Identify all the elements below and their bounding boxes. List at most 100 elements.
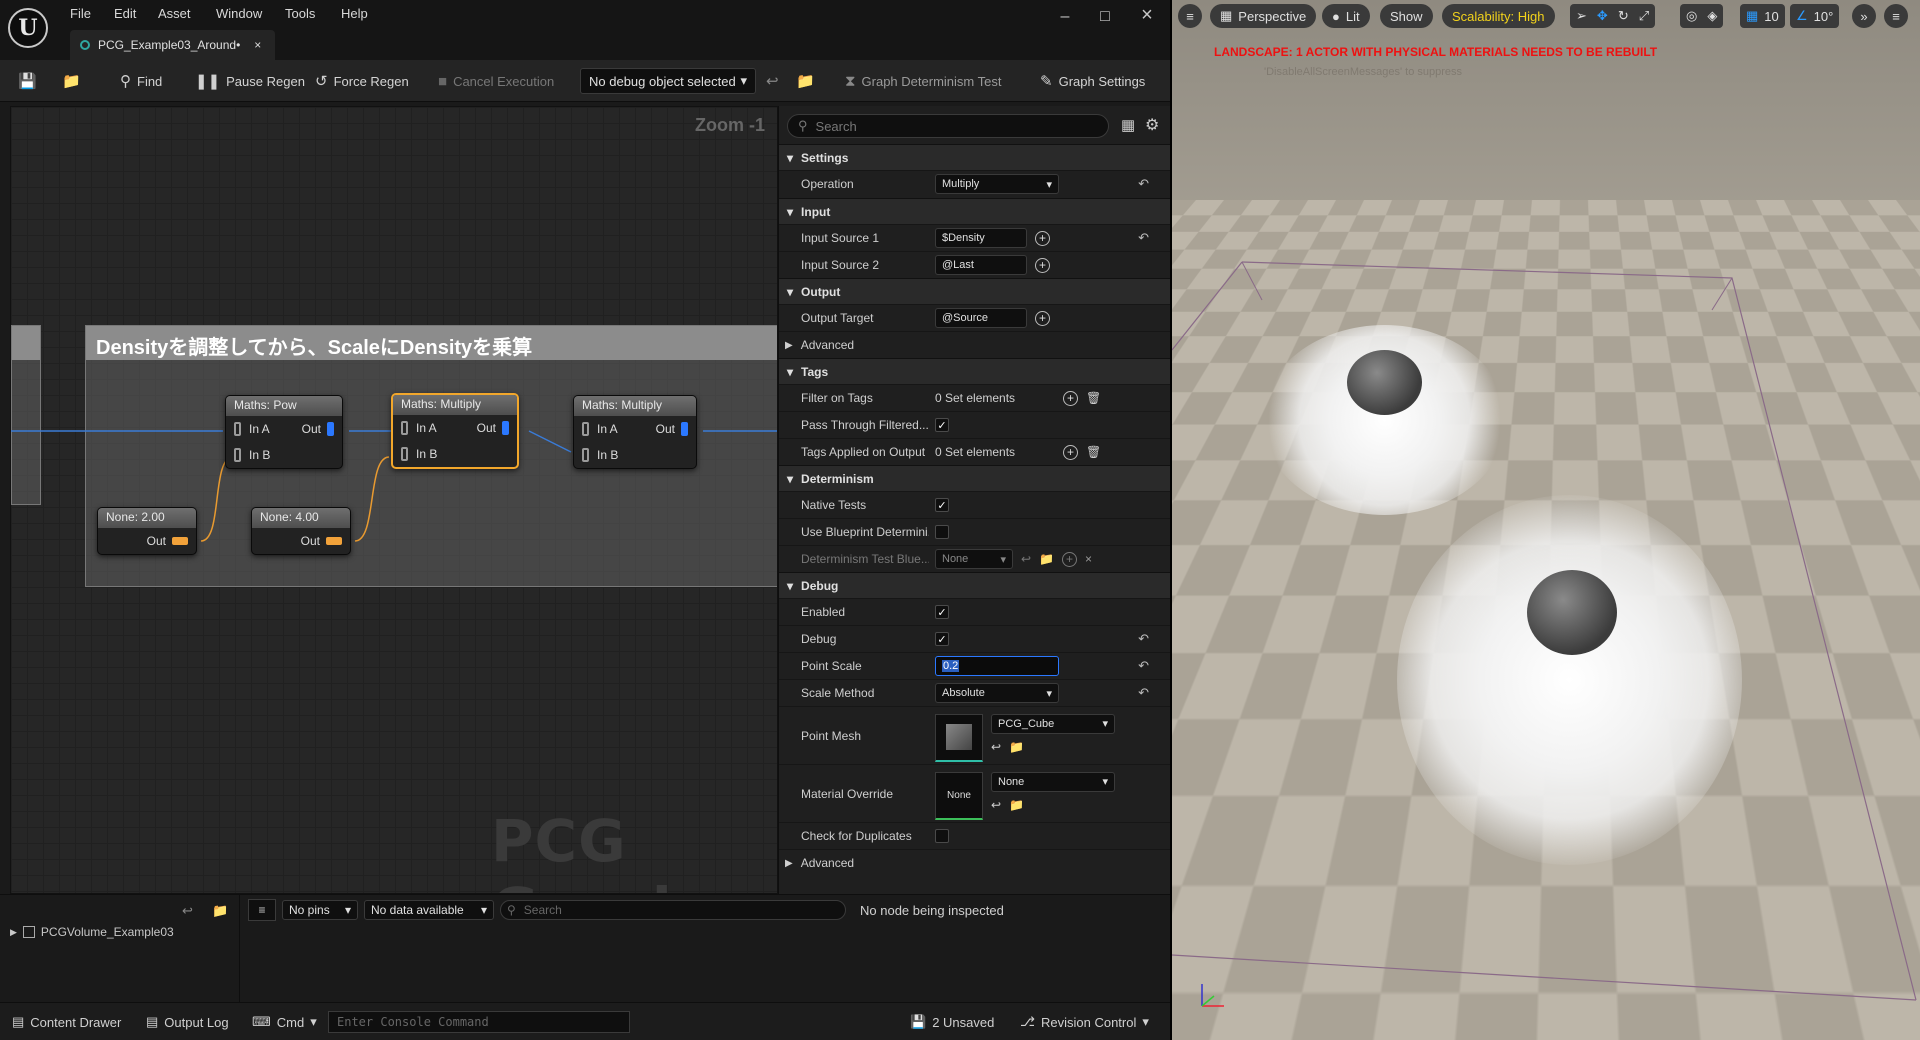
output-target-field[interactable]: @Source — [935, 308, 1027, 328]
menu-edit[interactable]: Edit — [114, 6, 136, 21]
trash-icon[interactable]: 🗑 — [1086, 391, 1101, 405]
node-maths-multiply[interactable]: Maths: Multiply In A Out In B — [573, 395, 697, 469]
input-pin[interactable] — [582, 422, 589, 436]
menu-help[interactable]: Help — [341, 6, 368, 21]
reset-icon[interactable]: ↶ — [1138, 176, 1149, 192]
section-settings[interactable]: ▾ Settings — [779, 144, 1171, 170]
operation-dropdown[interactable]: Multiply ▾ — [935, 174, 1059, 194]
input-source-1-field[interactable]: $Density — [935, 228, 1027, 248]
close-button[interactable]: × — [1132, 4, 1162, 27]
debug-object-dropdown[interactable]: No debug object selected ▾ — [580, 68, 756, 94]
material-override-dropdown[interactable]: None ▾ — [991, 771, 1115, 792]
scale-icon[interactable]: ⤢ — [1639, 8, 1649, 24]
debug-browse-button[interactable]: 📁 — [796, 60, 815, 102]
output-pin[interactable] — [326, 537, 342, 545]
more-options-icon[interactable]: » — [1852, 4, 1876, 28]
add-icon[interactable]: + — [1035, 230, 1050, 246]
point-mesh-thumbnail[interactable] — [935, 713, 983, 762]
pause-regen-button[interactable]: ❚❚ Pause Regen — [195, 60, 305, 102]
section-tags[interactable]: ▾ Tags — [779, 358, 1171, 384]
add-icon[interactable]: + — [1063, 390, 1078, 406]
add-icon[interactable]: + — [1035, 257, 1050, 273]
input-pin[interactable] — [234, 448, 241, 462]
scale-method-dropdown[interactable]: Absolute ▾ — [935, 683, 1059, 703]
force-regen-button[interactable]: ↺ Force Regen — [315, 60, 409, 102]
maximize-button[interactable]: □ — [1090, 8, 1120, 26]
save-button[interactable]: 💾 — [18, 60, 37, 102]
output-pin[interactable] — [681, 422, 688, 436]
level-viewport[interactable]: ≡ ▦ Perspective ● Lit Show Scalability: Hi… — [1170, 0, 1920, 1040]
output-pin[interactable] — [502, 421, 509, 435]
input-pin[interactable] — [582, 448, 589, 462]
show-button[interactable]: Show — [1380, 4, 1433, 28]
node-constant-2[interactable]: None: 2.00 Out — [97, 507, 197, 555]
arrow-back-icon[interactable]: ↩ — [182, 903, 193, 919]
output-pin[interactable] — [172, 537, 188, 545]
filter-icon[interactable]: ≡ — [248, 899, 276, 921]
data-dropdown[interactable]: No data available ▾ — [364, 900, 494, 920]
input-pin[interactable] — [401, 447, 408, 461]
reset-icon[interactable]: ↶ — [1138, 230, 1149, 246]
point-scale-input[interactable]: 0.2 — [935, 656, 1059, 676]
hamburger-menu-icon[interactable]: ≡ — [1178, 4, 1202, 28]
unsaved-button[interactable]: 💾 2 Unsaved — [910, 1003, 994, 1040]
scalability-button[interactable]: Scalability: High — [1442, 4, 1555, 28]
viewport-layout-icon[interactable]: ≡ — [1884, 4, 1908, 28]
reset-icon[interactable]: ↶ — [1138, 658, 1149, 674]
select-icon[interactable]: ➢ — [1576, 8, 1587, 24]
enabled-checkbox[interactable]: ✓ — [935, 605, 949, 619]
browse-button[interactable]: 📁 — [62, 60, 81, 102]
debug-back-button[interactable]: ↩ — [766, 60, 779, 102]
section-debug[interactable]: ▾ Debug — [779, 572, 1171, 598]
tab-close-icon[interactable]: × — [254, 38, 261, 52]
menu-asset[interactable]: Asset — [158, 6, 191, 21]
add-icon[interactable]: + — [1062, 551, 1078, 567]
debug-checkbox[interactable]: ✓ — [935, 632, 949, 646]
menu-tools[interactable]: Tools — [285, 6, 315, 21]
trash-icon[interactable]: 🗑 — [1086, 445, 1101, 459]
node-maths-pow[interactable]: Maths: Pow In A Out In B — [225, 395, 343, 469]
table-view-icon[interactable]: ▦ — [1121, 116, 1135, 134]
globe-icon[interactable]: ◎ — [1686, 8, 1697, 24]
perspective-button[interactable]: ▦ Perspective — [1210, 4, 1317, 28]
check-duplicates-checkbox[interactable] — [935, 829, 949, 843]
gear-icon[interactable]: ⚙ — [1145, 115, 1159, 135]
determinism-test-button[interactable]: ⧗ Graph Determinism Test — [845, 60, 1001, 102]
document-tab[interactable]: PCG_Example03_Around• × — [70, 30, 275, 60]
point-mesh-dropdown[interactable]: PCG_Cube ▾ — [991, 713, 1115, 734]
section-input[interactable]: ▾ Input — [779, 198, 1171, 224]
input-source-2-field[interactable]: @Last — [935, 255, 1027, 275]
node-maths-multiply-selected[interactable]: Maths: Multiply In A Out In B — [391, 393, 519, 469]
inspect-search-input[interactable]: ⚲ Search — [500, 900, 846, 920]
folder-icon[interactable]: 📁 — [1009, 740, 1024, 754]
row-advanced-2[interactable]: ▶ Advanced — [779, 849, 1171, 876]
input-pin[interactable] — [401, 421, 408, 435]
output-log-button[interactable]: ▤ Output Log — [146, 1003, 229, 1040]
clear-icon[interactable]: × — [1085, 552, 1092, 566]
use-blueprint-checkbox[interactable] — [935, 525, 949, 539]
reset-icon[interactable]: ↶ — [1138, 685, 1149, 701]
row-advanced[interactable]: ▶ Advanced — [779, 331, 1171, 358]
console-command-input[interactable]: Enter Console Command — [328, 1011, 630, 1033]
folder-icon[interactable]: 📁 — [1009, 798, 1024, 812]
material-thumbnail[interactable]: None — [935, 771, 983, 820]
add-icon[interactable]: + — [1063, 444, 1078, 460]
reset-icon[interactable]: ↶ — [1138, 631, 1149, 647]
minimize-button[interactable]: – — [1050, 8, 1080, 26]
graph-settings-button[interactable]: ✎ Graph Settings — [1040, 60, 1145, 102]
content-drawer-button[interactable]: ▤ Content Drawer — [12, 1003, 121, 1040]
lit-button[interactable]: ● Lit — [1322, 4, 1370, 28]
graph-canvas[interactable]: Zoom -1 Densityを調整してから、ScaleにDensityを乗算 … — [10, 106, 778, 894]
section-output[interactable]: ▾ Output — [779, 278, 1171, 304]
cancel-execution-button[interactable]: ■ Cancel Execution — [438, 60, 554, 102]
cmd-dropdown[interactable]: ⌨ Cmd ▾ — [252, 1003, 317, 1040]
details-search-input[interactable]: ⚲ Search — [787, 114, 1109, 138]
arrow-back-icon[interactable]: ↩ — [991, 740, 1001, 754]
input-pin[interactable] — [234, 422, 241, 436]
native-tests-checkbox[interactable]: ✓ — [935, 498, 949, 512]
tree-item-volume[interactable]: ▶ PCGVolume_Example03 — [10, 925, 174, 939]
revision-control-button[interactable]: ⎇ Revision Control ▾ — [1020, 1003, 1149, 1040]
surface-snap-icon[interactable]: ◈ — [1707, 8, 1717, 24]
menu-window[interactable]: Window — [216, 6, 262, 21]
pins-dropdown[interactable]: No pins ▾ — [282, 900, 358, 920]
